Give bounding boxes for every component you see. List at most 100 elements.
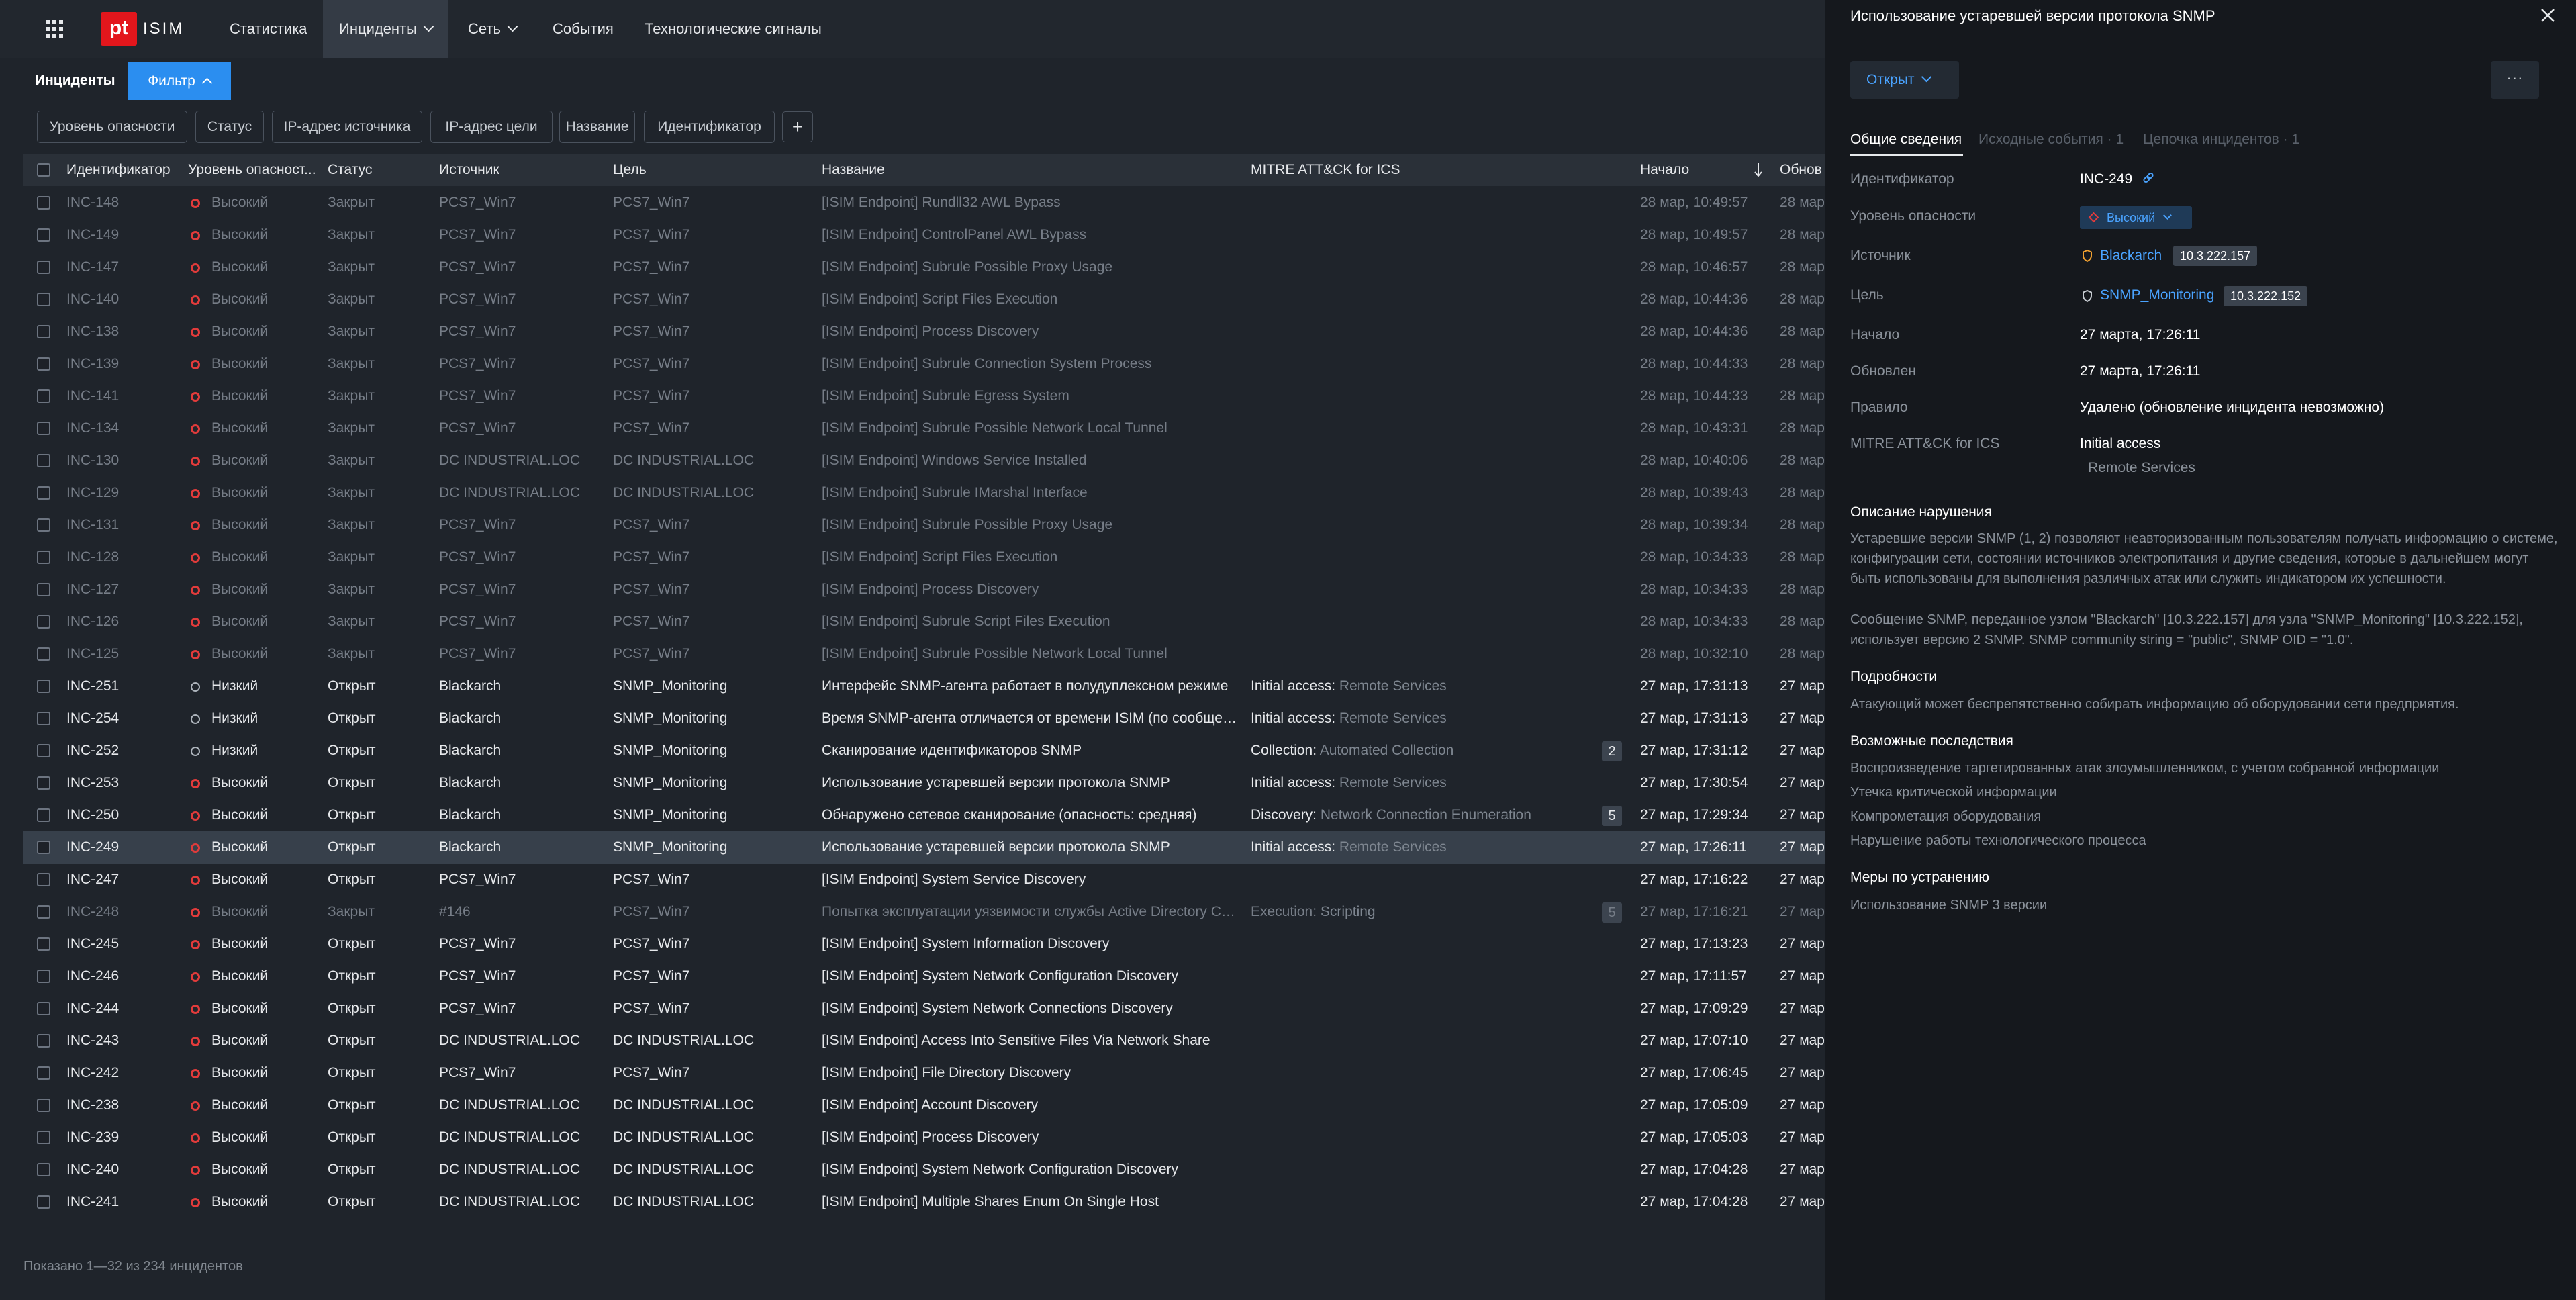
severity-dropdown[interactable]: Высокий: [2080, 206, 2192, 229]
row-checkbox[interactable]: [37, 712, 50, 725]
table-row[interactable]: INC-246 Высокий Открыт PCS7_Win7 PCS7_Win7 [I…: [23, 960, 1825, 992]
nav-item-tech-signals[interactable]: Технологические сигналы: [628, 0, 838, 58]
nav-item-incidents[interactable]: Инциденты: [323, 0, 448, 58]
column-header-name[interactable]: Название: [822, 154, 885, 186]
row-checkbox[interactable]: [37, 680, 50, 693]
pt-logo[interactable]: pt: [101, 12, 137, 46]
table-row[interactable]: INC-125 Высокий Закрыт PCS7_Win7 PCS7_Win7 [I…: [23, 638, 1825, 670]
row-checkbox[interactable]: [37, 389, 50, 403]
table-row[interactable]: INC-138 Высокий Закрыт PCS7_Win7 PCS7_Win7 [I…: [23, 316, 1825, 348]
row-checkbox[interactable]: [37, 228, 50, 242]
nav-item-network[interactable]: Сеть: [452, 0, 532, 58]
close-icon[interactable]: [2538, 5, 2558, 26]
row-checkbox[interactable]: [37, 422, 50, 435]
table-row[interactable]: INC-141 Высокий Закрыт PCS7_Win7 PCS7_Win7 [I…: [23, 380, 1825, 412]
source-host-link[interactable]: Blackarch: [2100, 248, 2162, 264]
table-row[interactable]: INC-126 Высокий Закрыт PCS7_Win7 PCS7_Win7 [I…: [23, 606, 1825, 638]
table-row[interactable]: INC-148 Высокий Закрыт PCS7_Win7 PCS7_Win7 [I…: [23, 187, 1825, 219]
row-checkbox[interactable]: [37, 970, 50, 983]
table-row[interactable]: INC-249 Высокий Открыт Blackarch SNMP_Monito…: [23, 831, 1825, 864]
filter-chip-source-ip[interactable]: IP-адрес источника: [272, 111, 422, 143]
tab-source-events[interactable]: Исходные события · 1: [1978, 132, 2124, 148]
table-row[interactable]: INC-130 Высокий Закрыт DC INDUSTRIAL.LOC DC …: [23, 445, 1825, 477]
target-host-link[interactable]: SNMP_Monitoring: [2100, 287, 2214, 304]
table-row[interactable]: INC-251 Низкий Открыт Blackarch SNMP_Monitor…: [23, 670, 1825, 702]
nav-item-statistics[interactable]: Статистика: [213, 0, 324, 58]
table-row[interactable]: INC-129 Высокий Закрыт DC INDUSTRIAL.LOC DC …: [23, 477, 1825, 509]
row-checkbox[interactable]: [37, 551, 50, 564]
more-actions-button[interactable]: ···: [2491, 61, 2539, 99]
table-row[interactable]: INC-147 Высокий Закрыт PCS7_Win7 PCS7_Win7 [I…: [23, 251, 1825, 283]
nav-item-events[interactable]: События: [536, 0, 630, 58]
row-checkbox[interactable]: [37, 1002, 50, 1015]
tab-incident-chain[interactable]: Цепочка инцидентов · 1: [2143, 132, 2299, 148]
table-row[interactable]: INC-134 Высокий Закрыт PCS7_Win7 PCS7_Win7 [I…: [23, 412, 1825, 445]
value-mitre-technique[interactable]: Remote Services: [2088, 460, 2195, 476]
row-checkbox[interactable]: [37, 873, 50, 886]
apps-grid-icon[interactable]: [42, 16, 67, 42]
table-row[interactable]: INC-254 Низкий Открыт Blackarch SNMP_Monitor…: [23, 702, 1825, 735]
row-checkbox[interactable]: [37, 261, 50, 274]
row-checkbox[interactable]: [37, 937, 50, 951]
filter-chip-name[interactable]: Название: [559, 111, 635, 143]
table-row[interactable]: INC-139 Высокий Закрыт PCS7_Win7 PCS7_Win7 [I…: [23, 348, 1825, 380]
table-row[interactable]: INC-238 Высокий Открыт DC INDUSTRIAL.LOC DC …: [23, 1089, 1825, 1121]
filter-chip-identifier[interactable]: Идентификатор: [644, 111, 775, 143]
row-checkbox[interactable]: [37, 1195, 50, 1209]
select-all-checkbox[interactable]: [37, 163, 50, 177]
row-checkbox[interactable]: [37, 357, 50, 371]
add-filter-button[interactable]: +: [782, 111, 813, 142]
row-checkbox[interactable]: [37, 1163, 50, 1176]
table-row[interactable]: INC-243 Высокий Открыт DC INDUSTRIAL.LOC DC …: [23, 1025, 1825, 1057]
row-checkbox[interactable]: [37, 905, 50, 919]
column-header-source[interactable]: Источник: [439, 154, 499, 186]
table-row[interactable]: INC-149 Высокий Закрыт PCS7_Win7 PCS7_Win7 [I…: [23, 219, 1825, 251]
row-checkbox[interactable]: [37, 1131, 50, 1144]
filter-button[interactable]: Фильтр: [128, 62, 231, 100]
column-header-mitre[interactable]: MITRE ATT&CK for ICS: [1251, 154, 1400, 186]
row-checkbox[interactable]: [37, 1099, 50, 1112]
column-header-target[interactable]: Цель: [613, 154, 647, 186]
table-row[interactable]: INC-127 Высокий Закрыт PCS7_Win7 PCS7_Win7 [I…: [23, 573, 1825, 606]
table-row[interactable]: INC-140 Высокий Закрыт PCS7_Win7 PCS7_Win7 [I…: [23, 283, 1825, 316]
row-checkbox[interactable]: [37, 486, 50, 500]
row-checkbox[interactable]: [37, 196, 50, 210]
table-row[interactable]: INC-241 Высокий Открыт DC INDUSTRIAL.LOC DC …: [23, 1186, 1825, 1218]
table-row[interactable]: INC-240 Высокий Открыт DC INDUSTRIAL.LOC DC …: [23, 1154, 1825, 1186]
table-row[interactable]: INC-239 Высокий Открыт DC INDUSTRIAL.LOC DC …: [23, 1121, 1825, 1154]
table-row[interactable]: INC-247 Высокий Открыт PCS7_Win7 PCS7_Win7 [I…: [23, 864, 1825, 896]
column-header-severity[interactable]: Уровень опасност...: [188, 154, 316, 186]
table-row[interactable]: INC-245 Высокий Открыт PCS7_Win7 PCS7_Win7 [I…: [23, 928, 1825, 960]
row-checkbox[interactable]: [37, 583, 50, 596]
table-row[interactable]: INC-248 Высокий Закрыт #146 PCS7_Win7 Попытка…: [23, 896, 1825, 928]
column-header-status[interactable]: Статус: [328, 154, 372, 186]
table-row[interactable]: INC-131 Высокий Закрыт PCS7_Win7 PCS7_Win7 [I…: [23, 509, 1825, 541]
table-row[interactable]: INC-244 Высокий Открыт PCS7_Win7 PCS7_Win7 [I…: [23, 992, 1825, 1025]
row-checkbox[interactable]: [37, 325, 50, 338]
column-header-id[interactable]: Идентификатор: [66, 154, 171, 186]
copy-link-icon[interactable]: [2142, 172, 2155, 185]
table-row[interactable]: INC-252 Низкий Открыт Blackarch SNMP_Monitor…: [23, 735, 1825, 767]
row-checkbox[interactable]: [37, 615, 50, 629]
row-checkbox[interactable]: [37, 1066, 50, 1080]
row-checkbox[interactable]: [37, 293, 50, 306]
row-checkbox[interactable]: [37, 841, 50, 854]
row-checkbox[interactable]: [37, 1034, 50, 1048]
column-header-start[interactable]: Начало: [1640, 154, 1689, 186]
tab-general[interactable]: Общие сведения: [1850, 132, 1962, 148]
row-checkbox[interactable]: [37, 776, 50, 790]
table-row[interactable]: INC-250 Высокий Открыт Blackarch SNMP_Monito…: [23, 799, 1825, 831]
table-row[interactable]: INC-242 Высокий Открыт PCS7_Win7 PCS7_Win7 [I…: [23, 1057, 1825, 1089]
row-checkbox[interactable]: [37, 518, 50, 532]
filter-chip-status[interactable]: Статус: [195, 111, 264, 143]
filter-chip-target-ip[interactable]: IP-адрес цели: [430, 111, 553, 143]
column-header-updated[interactable]: Обнов: [1780, 154, 1822, 186]
row-checkbox[interactable]: [37, 647, 50, 661]
filter-chip-severity[interactable]: Уровень опасности: [37, 111, 187, 143]
row-checkbox[interactable]: [37, 808, 50, 822]
sort-descending-icon[interactable]: [1754, 162, 1763, 178]
table-row[interactable]: INC-128 Высокий Закрыт PCS7_Win7 PCS7_Win7 [I…: [23, 541, 1825, 573]
row-checkbox[interactable]: [37, 454, 50, 467]
row-checkbox[interactable]: [37, 744, 50, 757]
status-dropdown[interactable]: Открыт: [1850, 61, 1959, 99]
